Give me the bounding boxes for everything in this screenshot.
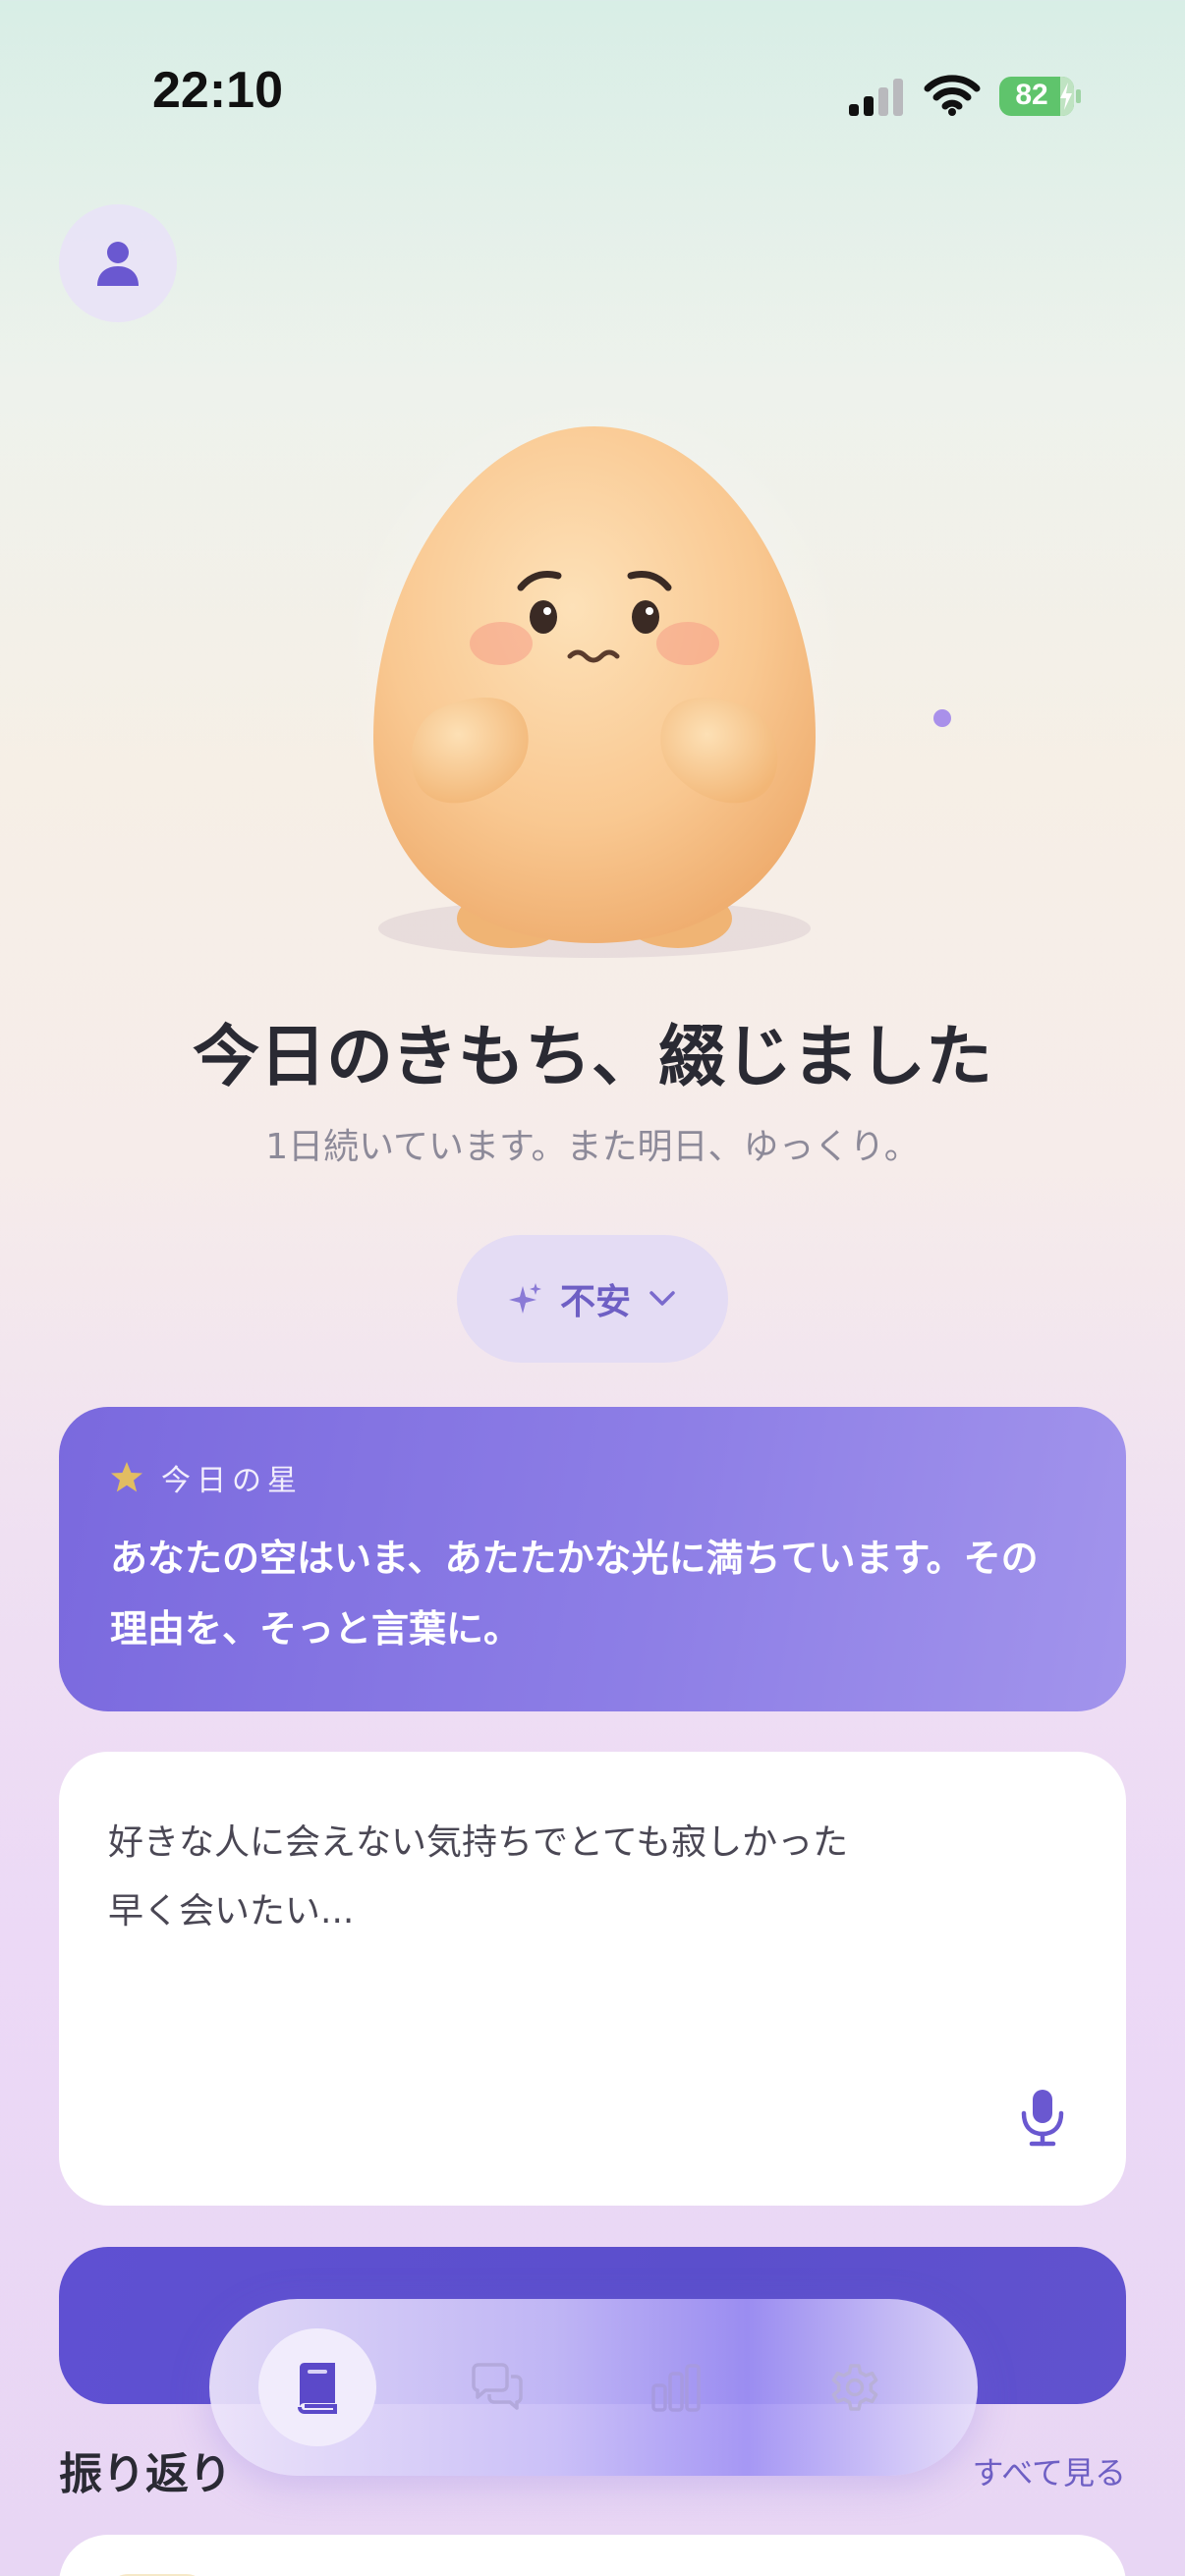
today-star-card: 今日の星 あなたの空はいま、あたたかな光に満ちています。その理由を、そっと言葉に…	[59, 1407, 1126, 1711]
tab-bar	[209, 2299, 978, 2476]
tab-stats[interactable]	[617, 2328, 735, 2446]
review-section-title: 振り返り	[59, 2449, 232, 2499]
hero-title: 今日のきもち、綴じました	[193, 1019, 992, 1096]
chevron-down-icon	[649, 1291, 675, 1306]
book-icon	[298, 2363, 337, 2414]
charging-bolt-icon	[1060, 83, 1072, 110]
bar-chart-icon	[651, 2364, 701, 2412]
microphone-icon[interactable]	[1018, 2088, 1067, 2147]
review-card[interactable]	[59, 2535, 1126, 2576]
star-card-message: あなたの空はいま、あたたかな光に満ちています。その理由を、そっと言葉に。	[110, 1537, 1039, 1651]
signal-icon	[849, 79, 903, 116]
status-bar: 22:10 82	[0, 0, 1185, 187]
chat-bubbles-icon	[472, 2363, 523, 2410]
mood-selector[interactable]: 不安	[457, 1235, 728, 1363]
wifi-icon	[924, 75, 981, 116]
journal-entry-text[interactable]: 好きな人に会えない気持ちでとても寂しかった 早く会いたい...	[108, 1809, 1077, 1946]
battery-indicator: 82	[999, 77, 1081, 116]
battery-percent: 82	[1015, 79, 1048, 111]
person-icon	[97, 242, 139, 286]
profile-button[interactable]	[59, 204, 177, 322]
hero-subtitle: 1日続いています。また明日、ゆっくり。	[265, 1127, 920, 1167]
tab-journal[interactable]	[258, 2328, 376, 2446]
journal-entry-field[interactable]: 好きな人に会えない気持ちでとても寂しかった 早く会いたい...	[59, 1752, 1126, 2206]
star-icon	[111, 1462, 142, 1492]
see-all-link[interactable]: すべて見る	[973, 2448, 1126, 2493]
mascot-illustration	[339, 393, 850, 958]
gear-icon	[831, 2364, 878, 2411]
mood-label: 不安	[559, 1282, 631, 1322]
sparkle-dot	[933, 709, 951, 727]
tab-chat[interactable]	[438, 2328, 556, 2446]
status-time: 22:10	[152, 62, 283, 119]
sparkles-icon	[508, 1283, 541, 1314]
star-card-label: 今日の星	[161, 1464, 303, 1498]
tab-settings[interactable]	[796, 2328, 914, 2446]
